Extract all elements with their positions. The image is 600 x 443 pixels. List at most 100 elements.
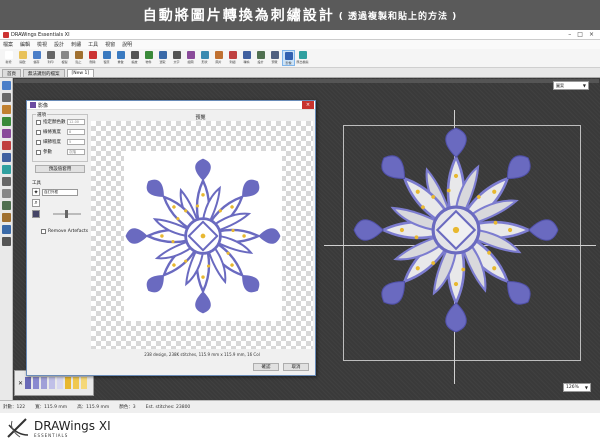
color-tool-icon[interactable]: [1, 201, 11, 210]
tab-unknown-file[interactable]: 無法識別的檔案: [23, 69, 65, 77]
remove-artefacts-row[interactable]: Remove Artefacts: [41, 229, 88, 234]
toolbar-button[interactable]: 列印: [44, 50, 57, 66]
remove-artefacts-checkbox[interactable]: [41, 229, 46, 234]
menu-item[interactable]: 工具: [88, 41, 98, 48]
tools-label: 工具: [32, 181, 41, 186]
option-row[interactable]: 細節程度: [36, 139, 61, 145]
toolbar-button[interactable]: 貼上: [72, 50, 85, 66]
color-swatch[interactable]: [33, 377, 40, 389]
menu-item[interactable]: 檢視: [37, 41, 47, 48]
option-row[interactable]: 線條寬度: [36, 129, 61, 135]
camera-icon[interactable]: [32, 210, 40, 218]
toolbar-button[interactable]: 圖片: [212, 50, 225, 66]
hand-tool-icon[interactable]: [1, 189, 11, 198]
color-swatch[interactable]: [25, 377, 32, 389]
select-tool-icon[interactable]: [1, 81, 11, 90]
menu-item[interactable]: 視窗: [105, 41, 115, 48]
option-value[interactable]: 8: [67, 129, 85, 135]
chevron-down-icon: ▼: [582, 83, 586, 88]
option-label: 細節程度: [43, 140, 61, 145]
cancel-button[interactable]: 取消: [283, 363, 309, 371]
search-icon[interactable]: ⌕: [32, 199, 40, 207]
grid-tool-icon[interactable]: [1, 237, 11, 246]
color-swatch[interactable]: [57, 377, 64, 389]
toolbar-button[interactable]: 新增: [2, 50, 15, 66]
window-titlebar: DRAWings Essentials XI – □ ×: [0, 30, 600, 40]
node-tool-icon[interactable]: [1, 93, 11, 102]
pencil-tool-icon[interactable]: [1, 105, 11, 114]
toolbar-button[interactable]: 預覽: [268, 50, 281, 66]
toolbar-button[interactable]: 匯出檔案: [296, 50, 309, 66]
tolerance-slider[interactable]: [53, 210, 81, 218]
color-swatch[interactable]: [73, 377, 80, 389]
app-icon: [3, 31, 9, 38]
menu-item[interactable]: 刺繡: [71, 41, 81, 48]
status-item: Est. stitches: 23800: [145, 404, 191, 410]
close-window-button[interactable]: ×: [589, 31, 594, 38]
image-tool-icon[interactable]: [1, 213, 11, 222]
menu-item[interactable]: 編輯: [20, 41, 30, 48]
option-checkbox[interactable]: [36, 139, 41, 145]
menu-item[interactable]: 檔案: [3, 41, 13, 48]
option-row[interactable]: 參數: [36, 149, 52, 155]
status-bar: 針數：122 寬：115.9 mm 高：115.9 mm 顏色：3 Est. s…: [0, 400, 600, 413]
option-value[interactable]: 5: [67, 139, 85, 145]
toolbar-icon: [46, 51, 55, 59]
tab-new-1[interactable]: [New 1]: [66, 69, 95, 77]
toolbar-button[interactable]: 複製: [58, 50, 71, 66]
toolbar-icon: [130, 51, 139, 59]
toolbar-button[interactable]: 物件: [142, 50, 155, 66]
view-mode-dropdown[interactable]: 圖案 ▼: [553, 81, 589, 90]
option-checkbox[interactable]: [36, 129, 41, 135]
slider-handle[interactable]: [65, 210, 68, 218]
toolbar-button[interactable]: 繪圖: [184, 50, 197, 66]
stitch-tool-icon[interactable]: [1, 153, 11, 162]
color-swatch[interactable]: [41, 377, 48, 389]
close-icon[interactable]: ✕: [18, 380, 23, 387]
toolbar-button[interactable]: 設計: [254, 50, 267, 66]
magic-wand-icon[interactable]: ✦: [32, 188, 40, 196]
menu-item[interactable]: 說明: [122, 41, 132, 48]
preview-label: 預覽: [195, 115, 206, 121]
toolbar-button[interactable]: 刪除: [86, 50, 99, 66]
dialog-close-button[interactable]: ×: [302, 101, 314, 109]
shape-tool-icon[interactable]: [1, 117, 11, 126]
tool-select[interactable]: 自訂外框: [42, 188, 78, 196]
fill-tool-icon[interactable]: [1, 141, 11, 150]
toolbar-button[interactable]: 文字: [170, 50, 183, 66]
toolbar-button[interactable]: 影像: [282, 50, 295, 66]
toolbar-button[interactable]: 開啟: [16, 50, 29, 66]
toolbar-button[interactable]: 轉換: [240, 50, 253, 66]
toolbar-icon: [32, 51, 41, 59]
toolbar-button[interactable]: 儲存: [30, 50, 43, 66]
measure-tool-icon[interactable]: [1, 177, 11, 186]
apply-defaults-button[interactable]: 預設值套用: [35, 165, 85, 173]
option-checkbox[interactable]: [36, 149, 41, 155]
toolbar-icon: [242, 51, 251, 59]
embroidery-design[interactable]: [352, 120, 560, 340]
color-swatch[interactable]: [65, 377, 72, 389]
color-swatch[interactable]: [49, 377, 56, 389]
color-swatch[interactable]: [81, 377, 88, 389]
zoom-tool-icon[interactable]: [1, 165, 11, 174]
layers-tool-icon[interactable]: [1, 225, 11, 234]
text-tool-icon[interactable]: [1, 129, 11, 138]
zoom-level-dropdown[interactable]: 126% ▼: [563, 383, 591, 392]
toolbar-button[interactable]: 形狀: [198, 50, 211, 66]
option-value[interactable]: 12.00: [67, 119, 85, 125]
option-checkbox[interactable]: [36, 119, 41, 125]
toolbar-button-label: 預覽: [271, 60, 278, 64]
banner-title: 自動將圖片轉換為刺繡設計: [142, 8, 335, 24]
minimize-button[interactable]: –: [568, 31, 571, 38]
toolbar-button[interactable]: 復原: [100, 50, 113, 66]
ok-button[interactable]: 確認: [253, 363, 279, 371]
toolbar-button[interactable]: 選取: [156, 50, 169, 66]
menu-item[interactable]: 設計: [54, 41, 64, 48]
option-row[interactable]: 指定顏色數: [36, 119, 66, 125]
toolbar-button[interactable]: 刺繡: [226, 50, 239, 66]
option-value[interactable]: 灰階: [67, 149, 85, 155]
toolbar-button[interactable]: 重做: [114, 50, 127, 66]
tab-home[interactable]: 首頁: [2, 69, 21, 77]
toolbar-button[interactable]: 縮放: [128, 50, 141, 66]
maximize-button[interactable]: □: [577, 31, 583, 38]
